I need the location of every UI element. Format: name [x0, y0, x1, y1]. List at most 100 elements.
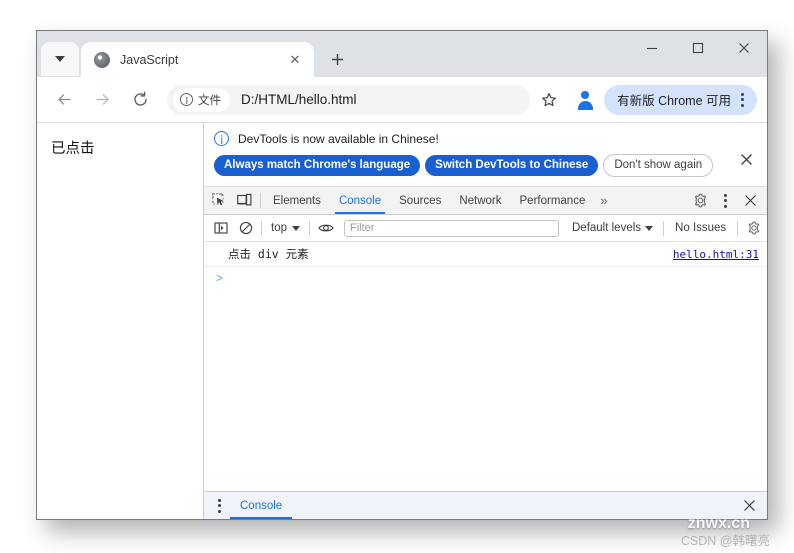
info-icon — [214, 131, 229, 146]
close-icon — [739, 43, 749, 53]
banner-message-row: DevTools is now available in Chinese! — [214, 131, 757, 146]
drawer-tab-console[interactable]: Console — [230, 493, 293, 519]
tab-close-icon[interactable]: ✕ — [286, 51, 304, 69]
profile-button[interactable] — [570, 85, 600, 115]
browser-tab-javascript[interactable]: JavaScript ✕ — [81, 42, 314, 77]
reload-button[interactable] — [126, 86, 154, 114]
page-viewport: 已点击 — [37, 123, 204, 519]
console-output[interactable]: 点击 div 元素 hello.html:31 > — [204, 242, 767, 491]
tab-sources[interactable]: Sources — [390, 188, 450, 214]
toolbar-divider — [737, 220, 739, 236]
chrome-update-button[interactable]: 有新版 Chrome 可用 — [604, 84, 757, 115]
tab-strip: JavaScript ✕ — [37, 31, 767, 77]
chevron-down-icon — [55, 56, 65, 62]
minimize-icon — [647, 47, 657, 50]
window-controls — [629, 31, 767, 65]
console-filter-placeholder: Filter — [350, 222, 375, 235]
back-button[interactable] — [50, 86, 78, 114]
screenshot-root: JavaScript ✕ 文件 D:/HTML/hello.html 有新版 C… — [0, 0, 794, 553]
console-context-value: top — [271, 222, 287, 235]
arrow-left-icon — [57, 94, 71, 105]
device-toolbar-button[interactable] — [232, 189, 257, 212]
live-expression-button[interactable] — [313, 217, 338, 240]
star-icon — [542, 92, 556, 106]
avatar-icon — [577, 91, 594, 110]
address-bar[interactable]: 文件 D:/HTML/hello.html — [167, 84, 531, 115]
toolbar-divider — [663, 220, 665, 236]
console-levels-selector[interactable]: Default levels — [565, 222, 660, 234]
console-log-message: 点击 div 元素 — [228, 247, 309, 262]
tab-network[interactable]: Network — [450, 188, 510, 214]
browser-menu-icon[interactable] — [731, 87, 753, 113]
banner-message: DevTools is now available in Chinese! — [238, 131, 439, 146]
devtools-language-banner: DevTools is now available in Chinese! Al… — [204, 123, 767, 188]
browser-window: JavaScript ✕ 文件 D:/HTML/hello.html 有新版 C… — [36, 30, 768, 520]
tab-search-button[interactable] — [41, 42, 79, 76]
devtools-tabbar-actions — [688, 189, 767, 212]
devtools-drawer: Console — [204, 491, 767, 519]
switch-devtools-chinese-button[interactable]: Switch DevTools to Chinese — [425, 155, 599, 177]
console-prompt-row[interactable]: > — [204, 267, 767, 289]
console-toolbar: top Filter Default levels No Issues — [204, 215, 767, 243]
console-context-selector[interactable]: top — [265, 222, 306, 234]
content-area: 已点击 DevTools is now available in Chinese… — [37, 123, 767, 519]
plus-icon — [331, 53, 343, 65]
close-icon — [745, 195, 756, 207]
banner-close-button[interactable] — [737, 150, 755, 168]
devtools-close-button[interactable] — [738, 189, 763, 212]
inspect-element-button[interactable] — [207, 189, 232, 212]
bookmark-button[interactable] — [536, 87, 562, 113]
always-match-language-button[interactable]: Always match Chrome's language — [214, 155, 421, 177]
banner-buttons: Always match Chrome's language Switch De… — [214, 154, 757, 178]
toolbar-divider — [309, 220, 310, 236]
chrome-update-label: 有新版 Chrome 可用 — [617, 94, 731, 108]
tab-performance[interactable]: Performance — [511, 188, 595, 214]
console-sidebar-icon — [213, 222, 228, 234]
close-icon — [740, 153, 752, 165]
clear-console-icon — [239, 222, 252, 235]
device-toolbar-icon — [237, 194, 252, 206]
page-content-text: 已点击 — [51, 141, 95, 157]
tab-console[interactable]: Console — [330, 188, 390, 214]
console-issues-button[interactable]: No Issues — [667, 222, 734, 234]
minimize-button[interactable] — [629, 31, 675, 65]
toolbar-divider — [261, 220, 262, 236]
window-close-button[interactable] — [721, 31, 767, 65]
inspect-element-icon — [212, 193, 224, 206]
console-prompt-caret: > — [216, 271, 224, 286]
dont-show-again-button[interactable]: Don't show again — [603, 154, 714, 178]
new-tab-button[interactable] — [323, 45, 351, 73]
tab-elements[interactable]: Elements — [264, 188, 330, 214]
devtools-settings-button[interactable] — [688, 189, 713, 212]
toolbar-divider — [260, 193, 261, 209]
console-sidebar-toggle[interactable] — [208, 217, 233, 240]
maximize-icon — [692, 42, 704, 54]
devtools-tab-bar: Elements Console Sources Network Perform… — [204, 187, 767, 216]
console-settings-button[interactable] — [741, 217, 766, 240]
site-info-chip[interactable]: 文件 — [173, 87, 230, 112]
close-icon — [743, 500, 755, 511]
browser-toolbar: 文件 D:/HTML/hello.html 有新版 Chrome 可用 — [37, 77, 767, 123]
watermark-author: CSDN @韩曙亮 — [680, 534, 770, 548]
drawer-close-button[interactable] — [736, 495, 762, 517]
clear-console-button[interactable] — [233, 217, 258, 240]
maximize-button[interactable] — [675, 31, 721, 65]
console-log-row: 点击 div 元素 hello.html:31 — [204, 242, 767, 268]
kebab-menu-icon — [715, 188, 737, 214]
reload-icon — [133, 91, 147, 106]
tab-title: JavaScript — [120, 52, 179, 67]
console-filter-input[interactable]: Filter — [344, 219, 559, 237]
more-tabs-button[interactable]: » — [594, 193, 613, 208]
chevron-down-icon — [292, 225, 300, 231]
forward-button[interactable] — [88, 86, 116, 114]
gear-icon — [748, 222, 759, 235]
gear-icon — [694, 194, 707, 208]
globe-icon — [94, 51, 110, 68]
drawer-menu-button[interactable] — [208, 495, 230, 517]
chevron-down-icon — [645, 225, 654, 231]
devtools-menu-button[interactable] — [713, 189, 738, 212]
info-icon — [180, 93, 193, 106]
console-log-source-link[interactable]: hello.html:31 — [673, 248, 759, 261]
url-text: D:/HTML/hello.html — [241, 92, 357, 107]
devtools-panel: DevTools is now available in Chinese! Al… — [204, 123, 767, 519]
